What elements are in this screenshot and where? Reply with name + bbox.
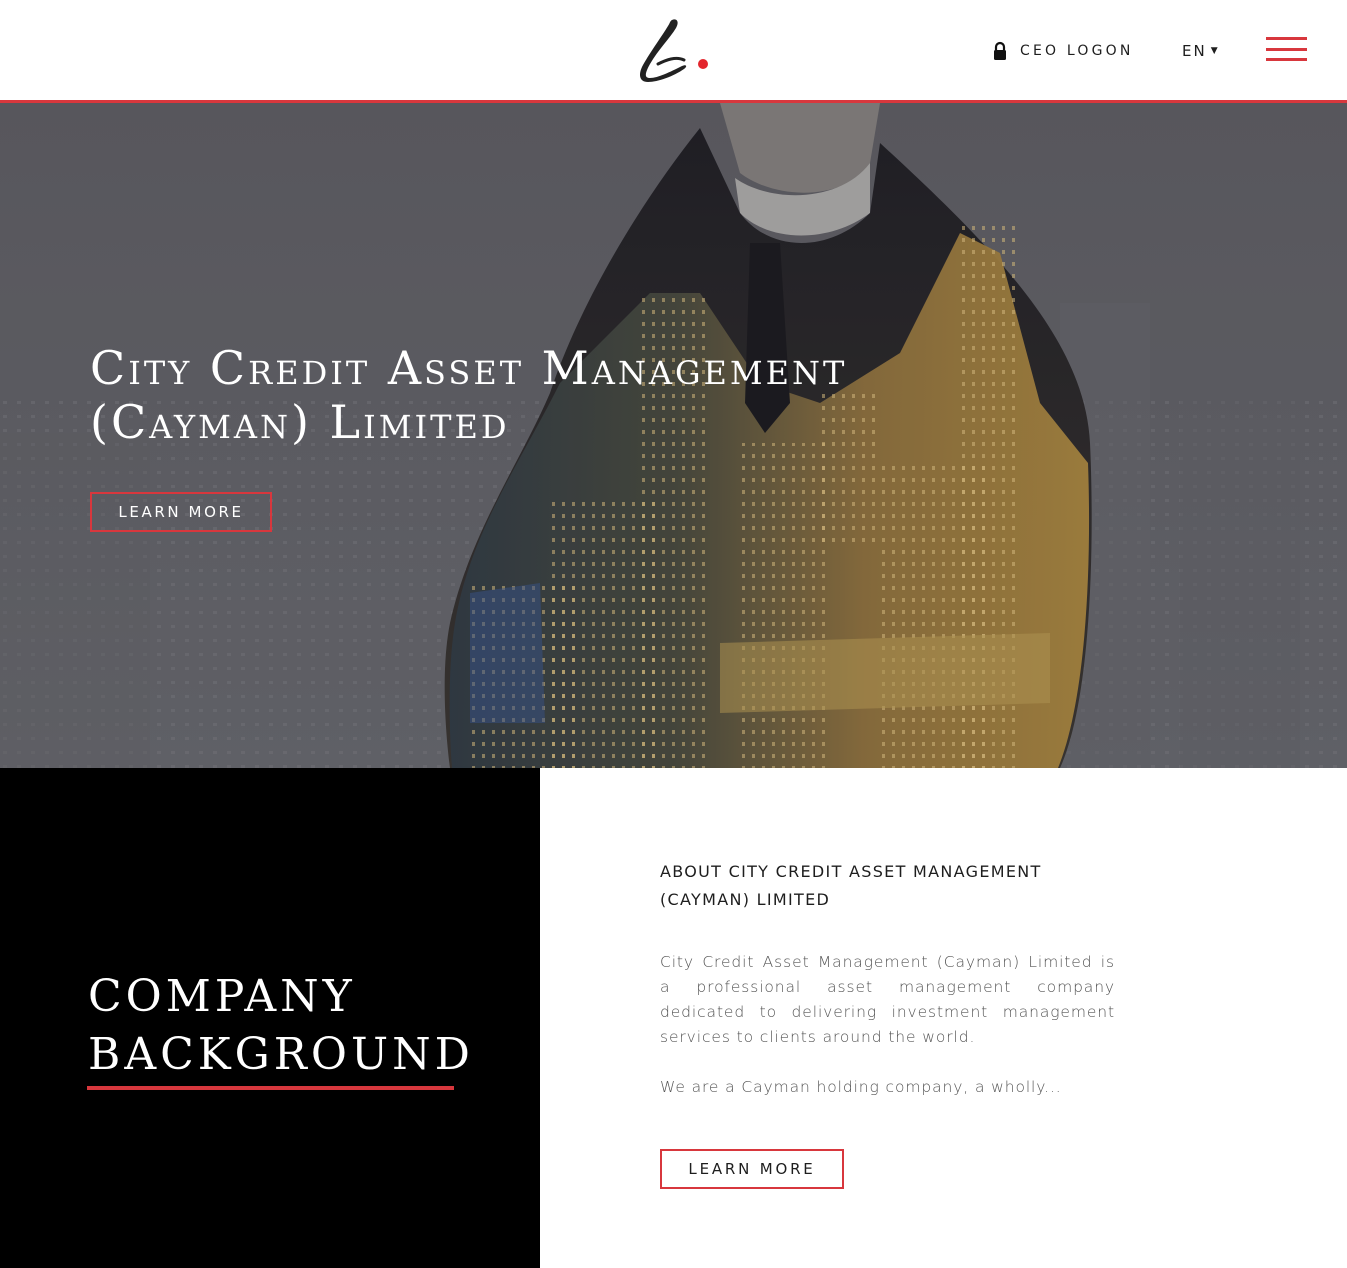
hero-banner: City Credit Asset Management (Cayman) Li… [0, 103, 1347, 768]
menu-bar [1266, 48, 1307, 51]
about-heading-line1: ABOUT CITY CREDIT ASSET MANAGEMENT [660, 862, 1042, 881]
language-label: EN [1182, 42, 1207, 60]
hamburger-menu-icon[interactable] [1266, 37, 1308, 63]
ceo-logon-label: CEO LOGON [1020, 43, 1134, 59]
ceo-logon-link[interactable]: CEO LOGON [992, 40, 1134, 62]
brand-logo[interactable] [636, 16, 716, 86]
logo-mark-icon [640, 19, 708, 82]
menu-bar [1266, 37, 1307, 40]
company-background-title: COMPANY BACKGROUND [88, 968, 474, 1084]
about-heading: ABOUT CITY CREDIT ASSET MANAGEMENT (CAYM… [660, 858, 1080, 914]
site-header: CEO LOGON EN ▼ [0, 0, 1347, 103]
about-section: ABOUT CITY CREDIT ASSET MANAGEMENT (CAYM… [540, 768, 1347, 1268]
about-paragraph-2: We are a Cayman holding company, a wholl… [660, 1078, 1062, 1096]
title-underline [87, 1086, 454, 1090]
hero-title-line2: (Cayman) Limited [90, 395, 510, 449]
menu-bar [1266, 58, 1307, 61]
company-background-panel: COMPANY BACKGROUND [0, 768, 540, 1268]
hero-learn-more-button[interactable]: LEARN MORE [90, 492, 272, 532]
hero-title-line1: City Credit Asset Management [90, 341, 848, 395]
about-heading-line2: (CAYMAN) LIMITED [660, 890, 831, 909]
company-background-title-line2: BACKGROUND [88, 1029, 474, 1080]
company-background-title-line1: COMPANY [88, 971, 356, 1022]
about-learn-more-button[interactable]: LEARN MORE [660, 1149, 844, 1189]
hero-title: City Credit Asset Management (Cayman) Li… [90, 341, 990, 449]
language-selector[interactable]: EN ▼ [1182, 40, 1218, 62]
about-paragraph-1: City Credit Asset Management (Cayman) Li… [660, 953, 1115, 1046]
lock-icon [994, 41, 1006, 60]
caret-down-icon: ▼ [1210, 46, 1218, 56]
